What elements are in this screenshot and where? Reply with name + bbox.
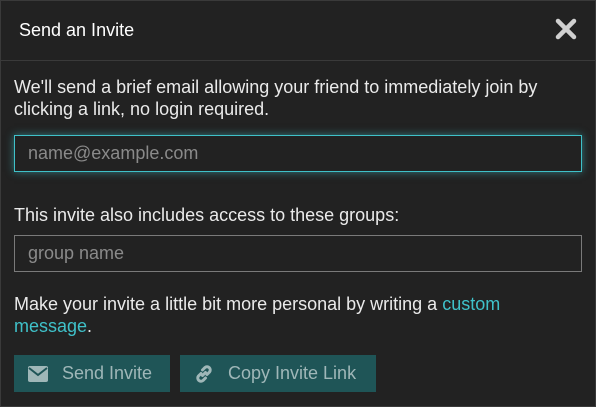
personal-text-before: Make your invite a little bit more perso… bbox=[14, 294, 443, 314]
link-icon bbox=[196, 364, 212, 383]
dialog-actions: Send Invite Copy Invite Link bbox=[14, 355, 582, 392]
close-icon[interactable] bbox=[555, 18, 577, 40]
personal-message-text: Make your invite a little bit more perso… bbox=[14, 293, 582, 337]
send-invite-button[interactable]: Send Invite bbox=[14, 355, 170, 392]
invite-description: We'll send a brief email allowing your f… bbox=[14, 77, 538, 119]
email-input[interactable] bbox=[14, 135, 582, 172]
invite-dialog: Send an Invite We'll send a brief email … bbox=[0, 0, 596, 407]
dialog-header: Send an Invite bbox=[1, 1, 595, 61]
groups-label: This invite also includes access to thes… bbox=[14, 205, 400, 225]
dialog-body: We'll send a brief email allowing your f… bbox=[1, 61, 595, 392]
envelope-icon bbox=[28, 365, 48, 382]
dialog-title: Send an Invite bbox=[19, 20, 135, 40]
copy-invite-link-button[interactable]: Copy Invite Link bbox=[180, 355, 376, 392]
send-invite-label: Send Invite bbox=[62, 363, 153, 383]
personal-text-after: . bbox=[87, 316, 93, 336]
copy-invite-link-label: Copy Invite Link bbox=[228, 363, 357, 383]
group-name-input[interactable] bbox=[14, 235, 582, 272]
